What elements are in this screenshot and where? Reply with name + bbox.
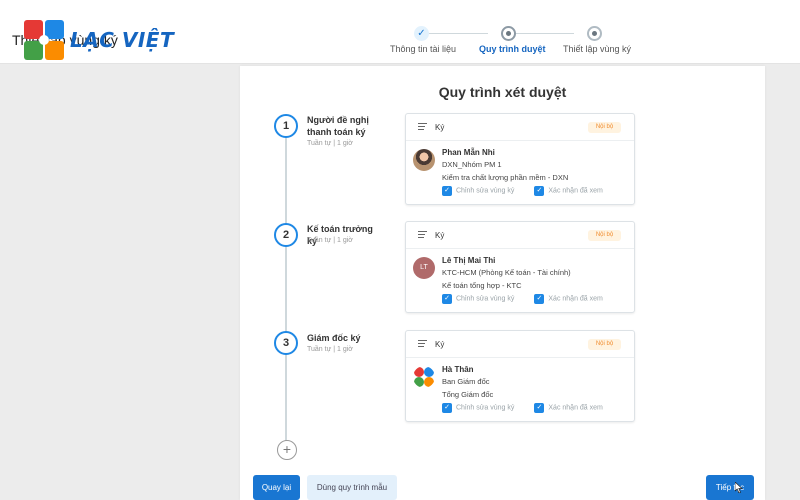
logo-text: LẠC VIỆT: [70, 28, 175, 52]
approver-name: Hà Thân: [442, 365, 474, 374]
card-header: Ký Nội bộ: [406, 331, 634, 358]
document-icon: [418, 231, 427, 241]
avatar: LT: [413, 257, 435, 279]
confirm-viewed-checkbox-icon[interactable]: ✓: [534, 294, 545, 304]
step-meta: Tuần tự | 1 giờ: [307, 237, 353, 244]
edit-signature-label: Chỉnh sửa vùng ký: [456, 187, 515, 195]
approver-card[interactable]: Ký Nội bộ Phan Mẫn Nhi DXN_Nhóm PM 1 Kiể…: [405, 113, 635, 205]
stepper-connector: [428, 33, 488, 34]
approver-card[interactable]: Ký Nội bộ LT Lê Thị Mai Thi KTC-HCM (Phò…: [405, 221, 635, 313]
top-header: Thiết lập vùng ký LẠC VIỆT ✓ Thông tin t…: [0, 0, 800, 64]
step-meta: Tuần tự | 1 giờ: [307, 140, 353, 147]
approver-position: Kế toán tổng hợp - KTC: [442, 281, 522, 290]
step-meta: Tuần tự | 1 giờ: [307, 346, 353, 353]
approver-name: Phan Mẫn Nhi: [442, 148, 495, 157]
card-type: Ký: [435, 123, 445, 132]
confirm-viewed-label: Xác nhận đã xem: [548, 295, 603, 303]
card-options: ✓ Chỉnh sửa vùng ký ✓ Xác nhận đã xem: [442, 186, 603, 196]
approver-card[interactable]: Ký Nội bộ Hà Thân Ban Giám đốc Tổng Giám…: [405, 330, 635, 422]
approver-name: Lê Thị Mai Thi: [442, 256, 496, 265]
step-name: Người đề nghị thanh toán ký: [307, 115, 369, 137]
confirm-viewed-checkbox-icon[interactable]: ✓: [534, 403, 545, 413]
timeline-line: [285, 125, 287, 455]
add-step-plus-icon[interactable]: +: [277, 440, 297, 460]
step-todo-icon[interactable]: [587, 26, 602, 41]
card-header: Ký Nội bộ: [406, 114, 634, 141]
internal-badge: Nội bộ: [588, 230, 621, 241]
approver-position: Tổng Giám đốc: [442, 390, 494, 399]
approver-department: Ban Giám đốc: [442, 377, 490, 386]
approver-department: DXN_Nhóm PM 1: [442, 160, 502, 169]
step-number-circle: 2: [274, 223, 298, 247]
approver-department: KTC-HCM (Phòng Kế toán - Tài chính): [442, 268, 571, 277]
confirm-viewed-checkbox-icon[interactable]: ✓: [534, 186, 545, 196]
logo-mark-icon: [24, 20, 64, 60]
approver-position: Kiểm tra chất lượng phần mềm - DXN: [442, 173, 569, 182]
continue-button[interactable]: Tiếp tục: [706, 475, 754, 500]
step-done-check-icon[interactable]: ✓: [414, 26, 429, 41]
edit-signature-label: Chỉnh sửa vùng ký: [456, 295, 515, 303]
card-options: ✓ Chỉnh sửa vùng ký ✓ Xác nhận đã xem: [442, 294, 603, 304]
avatar: [413, 366, 435, 388]
card-type: Ký: [435, 340, 445, 349]
section-title: Quy trình xét duyệt: [438, 84, 567, 100]
back-button[interactable]: Quay lại: [253, 475, 300, 500]
step-number-circle: 1: [274, 114, 298, 138]
document-icon: [418, 123, 427, 133]
step-number-circle: 3: [274, 331, 298, 355]
step-label-document-info[interactable]: Thông tin tài liệu: [390, 44, 456, 54]
edit-signature-checkbox-icon[interactable]: ✓: [442, 294, 452, 304]
step-name: Giám đốc ký: [307, 333, 361, 343]
card-header: Ký Nội bộ: [406, 222, 634, 249]
card-options: ✓ Chỉnh sửa vùng ký ✓ Xác nhận đã xem: [442, 403, 603, 413]
stepper-connector: [514, 33, 574, 34]
edit-signature-label: Chỉnh sửa vùng ký: [456, 404, 515, 412]
avatar: [413, 149, 435, 171]
document-icon: [418, 340, 427, 350]
step-label-signature-area[interactable]: Thiết lập vùng ký: [563, 44, 631, 54]
confirm-viewed-label: Xác nhận đã xem: [548, 404, 603, 412]
use-template-button[interactable]: Dùng quy trình mẫu: [307, 475, 397, 500]
step-label-approval-process[interactable]: Quy trình duyệt: [479, 44, 546, 54]
card-type: Ký: [435, 231, 445, 240]
edit-signature-checkbox-icon[interactable]: ✓: [442, 403, 452, 413]
edit-signature-checkbox-icon[interactable]: ✓: [442, 186, 452, 196]
confirm-viewed-label: Xác nhận đã xem: [548, 187, 603, 195]
lac-viet-logo: LẠC VIỆT: [24, 20, 174, 60]
internal-badge: Nội bộ: [588, 122, 621, 133]
internal-badge: Nội bộ: [588, 339, 621, 350]
progress-stepper: ✓ Thông tin tài liệu Quy trình duyệt Thi…: [390, 26, 640, 62]
step-active-icon[interactable]: [501, 26, 516, 41]
approval-process-panel: Quy trình xét duyệt 1 Người đề nghị than…: [240, 66, 765, 500]
cursor-icon: [735, 482, 743, 493]
